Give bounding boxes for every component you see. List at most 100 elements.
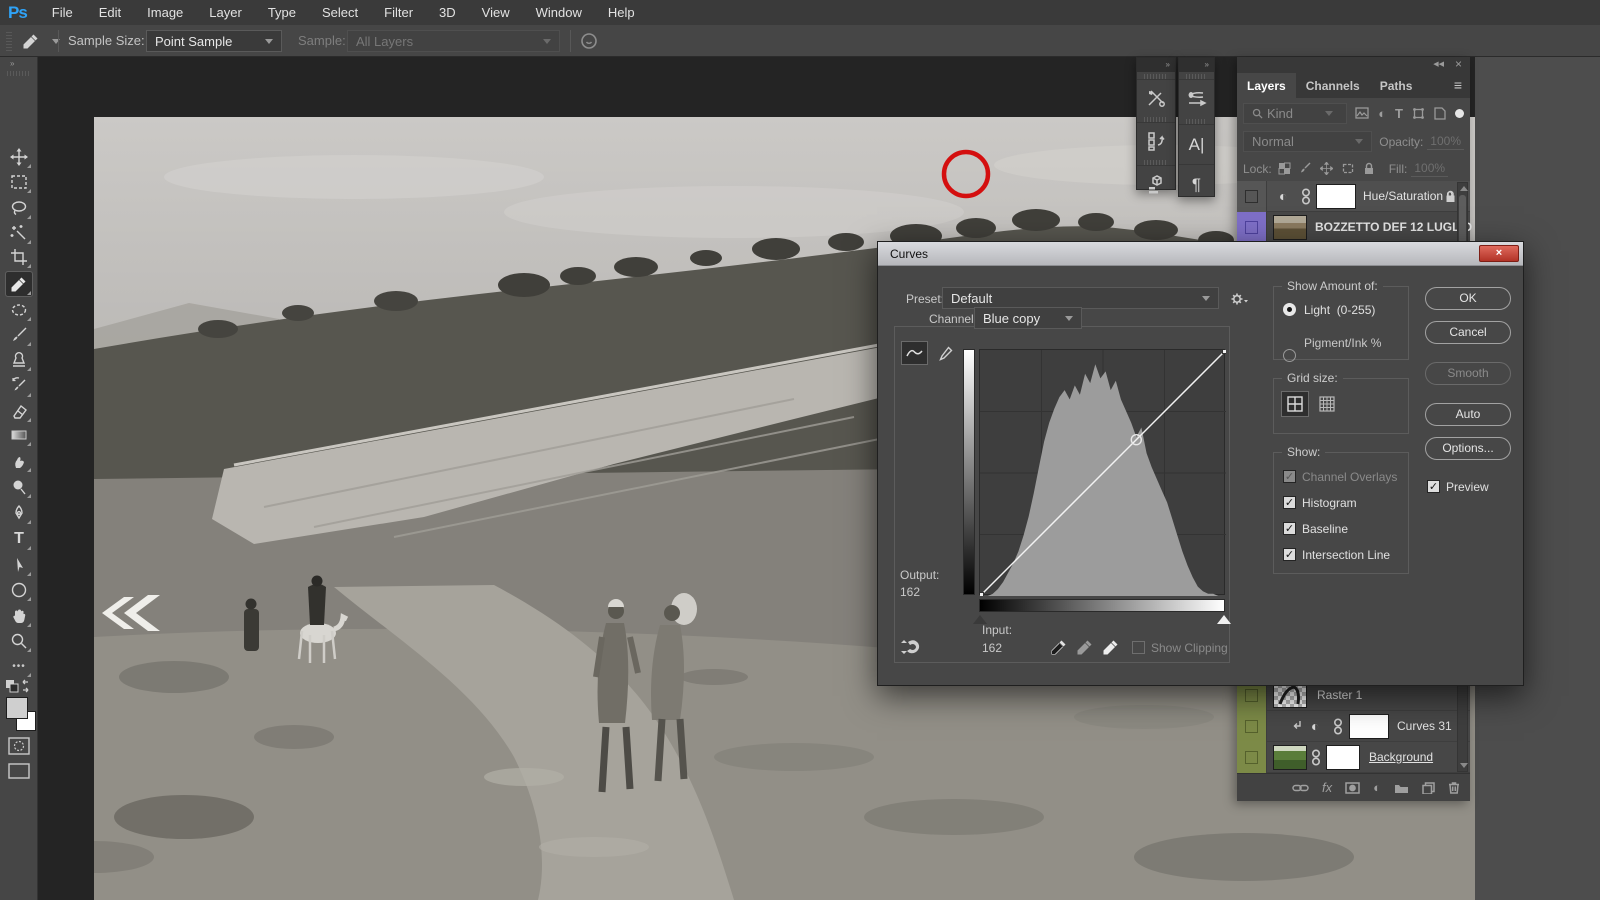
- draw-curve-pencil-button[interactable]: [933, 342, 958, 364]
- options-button[interactable]: Options...: [1425, 437, 1511, 460]
- visibility-checkbox[interactable]: [1245, 190, 1258, 203]
- new-layer-icon[interactable]: [1422, 782, 1435, 794]
- menu-edit[interactable]: Edit: [86, 0, 134, 25]
- tab-layers[interactable]: Layers: [1237, 73, 1296, 98]
- filter-smart-objects-icon[interactable]: [1434, 107, 1446, 120]
- paragraph-panel-icon[interactable]: ¶: [1179, 164, 1214, 204]
- layer-row-bozzetto[interactable]: BOZZETTO DEF 12 LUGLIO: [1237, 212, 1470, 243]
- visibility-checkbox[interactable]: [1245, 751, 1258, 764]
- path-selection-tool[interactable]: [6, 553, 32, 577]
- layer-thumbnail[interactable]: [1273, 683, 1307, 708]
- sampling-ring-icon[interactable]: [580, 32, 598, 53]
- layer-row-background[interactable]: Background: [1237, 742, 1470, 773]
- layer-name[interactable]: Background: [1369, 750, 1433, 764]
- tab-channels[interactable]: Channels: [1296, 73, 1370, 98]
- eyedropper-tool[interactable]: [6, 272, 32, 296]
- tool-presets-icon[interactable]: [1137, 79, 1175, 115]
- history-brush-tool[interactable]: [6, 374, 32, 398]
- crop-tool[interactable]: [6, 245, 32, 269]
- layer-mask-thumbnail[interactable]: [1349, 714, 1389, 739]
- grid-quarter-button[interactable]: [1282, 392, 1308, 416]
- black-point-eyedropper[interactable]: [1050, 638, 1068, 656]
- gradient-tool[interactable]: [6, 423, 32, 447]
- radio-pigment-ink[interactable]: [1283, 349, 1296, 362]
- move-tool[interactable]: [6, 145, 32, 169]
- layer-name[interactable]: Raster 1: [1317, 688, 1362, 702]
- lock-pixels-icon[interactable]: [1299, 162, 1312, 175]
- ellipse-shape-tool[interactable]: [6, 578, 32, 602]
- filter-shape-layers-icon[interactable]: [1412, 107, 1425, 120]
- menu-type[interactable]: Type: [255, 0, 309, 25]
- brush-settings-icon[interactable]: [1179, 79, 1214, 117]
- clone-stamp-tool[interactable]: [6, 348, 32, 372]
- type-tool[interactable]: T: [6, 527, 32, 551]
- visibility-cell-green[interactable]: [1237, 711, 1267, 742]
- layer-mask-thumbnail[interactable]: [1326, 745, 1360, 770]
- screen-mode-icon[interactable]: [8, 763, 30, 782]
- filter-pixel-layers-icon[interactable]: [1355, 107, 1369, 119]
- lock-artboard-icon[interactable]: [1341, 162, 1355, 175]
- add-mask-icon[interactable]: [1345, 782, 1360, 794]
- quick-mask-icon[interactable]: [8, 737, 30, 758]
- chevrons-right-icon[interactable]: »: [10, 59, 15, 68]
- pen-tool[interactable]: [6, 501, 32, 525]
- sample-size-dropdown[interactable]: Point Sample: [146, 30, 282, 52]
- radio-light[interactable]: [1283, 303, 1296, 316]
- lock-all-icon[interactable]: [1363, 162, 1375, 175]
- menu-window[interactable]: Window: [523, 0, 595, 25]
- visibility-checkbox[interactable]: [1245, 689, 1258, 702]
- smudge-tool[interactable]: [6, 449, 32, 473]
- gray-point-eyedropper[interactable]: [1076, 638, 1094, 656]
- scroll-down-arrow[interactable]: [1460, 763, 1468, 768]
- new-adjustment-layer-icon[interactable]: ◐: [1373, 780, 1381, 795]
- layer-name[interactable]: BOZZETTO DEF 12 LUGLIO: [1315, 220, 1472, 234]
- lock-position-icon[interactable]: [1320, 162, 1333, 175]
- lock-transparency-icon[interactable]: [1278, 162, 1291, 175]
- layer-thumbnail[interactable]: [1273, 745, 1307, 770]
- highlight-input-slider[interactable]: [1217, 615, 1231, 624]
- preset-dropdown[interactable]: Default: [942, 287, 1219, 309]
- menu-view[interactable]: View: [469, 0, 523, 25]
- brush-tool[interactable]: [6, 323, 32, 347]
- menu-3d[interactable]: 3D: [426, 0, 469, 25]
- layer-row-hue-saturation[interactable]: ◐ Hue/Saturation 9: [1237, 181, 1470, 212]
- hand-tool[interactable]: [6, 604, 32, 628]
- foreground-color-swatch[interactable]: [6, 697, 28, 719]
- layer-row-curves31[interactable]: ◐ Curves 31: [1237, 711, 1470, 742]
- menu-select[interactable]: Select: [309, 0, 371, 25]
- character-panel-icon[interactable]: A|: [1179, 124, 1214, 164]
- layer-name[interactable]: Curves 31: [1397, 719, 1452, 733]
- close-panel-icon[interactable]: ×: [1455, 57, 1462, 71]
- curve-plot-area[interactable]: [979, 349, 1225, 595]
- baseline-checkbox[interactable]: ✓: [1283, 522, 1296, 535]
- panel-menu-icon[interactable]: ≡: [1454, 77, 1462, 93]
- layer-mask-thumbnail[interactable]: [1316, 184, 1356, 209]
- filter-adjustment-layers-icon[interactable]: ◐: [1378, 106, 1386, 121]
- auto-button[interactable]: Auto: [1425, 403, 1511, 426]
- dialog-titlebar[interactable]: Curves ×: [878, 242, 1523, 266]
- scroll-up-arrow[interactable]: [1460, 186, 1468, 191]
- menu-file[interactable]: File: [39, 0, 86, 25]
- eyedropper-tool-icon[interactable]: [22, 32, 40, 53]
- visibility-checkbox[interactable]: [1245, 720, 1258, 733]
- ok-button[interactable]: OK: [1425, 287, 1511, 310]
- grid-tenth-button[interactable]: [1314, 392, 1340, 416]
- menu-layer[interactable]: Layer: [196, 0, 255, 25]
- scrollbar-thumb[interactable]: [1459, 195, 1466, 243]
- cancel-button[interactable]: Cancel: [1425, 321, 1511, 344]
- link-layers-icon[interactable]: [1292, 783, 1309, 793]
- swap-colors-icon[interactable]: [5, 679, 31, 698]
- lasso-tool[interactable]: [6, 196, 32, 220]
- 3d-panel-icon[interactable]: [1137, 165, 1175, 201]
- targeted-adjustment-icon[interactable]: [900, 638, 922, 656]
- eraser-tool[interactable]: [6, 399, 32, 423]
- layer-style-fx-icon[interactable]: fx: [1322, 780, 1332, 795]
- visibility-cell[interactable]: [1237, 181, 1267, 212]
- filter-toggle-icon[interactable]: [1455, 109, 1464, 118]
- dodge-tool[interactable]: [6, 475, 32, 499]
- new-group-icon[interactable]: [1394, 782, 1409, 794]
- layer-name[interactable]: Hue/Saturation 9: [1363, 189, 1453, 203]
- histogram-checkbox[interactable]: ✓: [1283, 496, 1296, 509]
- collapse-panel-chevrons[interactable]: »: [1179, 58, 1214, 72]
- filter-type-layers-icon[interactable]: T: [1395, 106, 1403, 121]
